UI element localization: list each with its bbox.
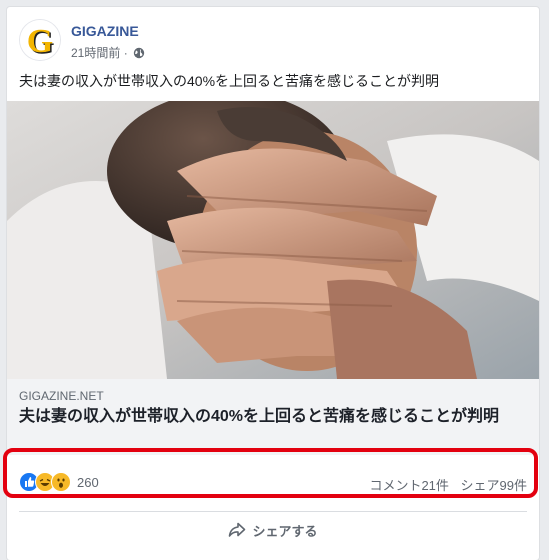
link-title[interactable]: 夫は妻の収入が世帯収入の40%を上回ると苦痛を感じることが判明 [19,406,527,428]
post-timestamp[interactable]: 21時間前 [71,46,120,60]
page-avatar[interactable]: G G [19,19,61,62]
man-covering-face-image [7,101,539,379]
globe-icon [133,47,145,62]
link-preview-image[interactable] [7,101,539,379]
gigazine-logo-icon: G G [20,20,60,62]
post-meta: 21時間前 · [71,44,145,62]
svg-text:G: G [27,23,53,60]
post-header: G G GIGAZINE 21時間前 · [19,17,519,65]
meta-separator: · [123,46,128,60]
share-arrow-icon [229,522,246,537]
highlight-box [3,448,538,498]
share-button[interactable]: シェアする [7,515,539,545]
link-domain: GIGAZINE.NET [19,389,104,403]
action-divider [19,511,527,512]
page-name-link[interactable]: GIGAZINE [71,23,139,39]
share-button-label: シェアする [252,523,318,539]
link-preview-box[interactable]: GIGAZINE.NET 夫は妻の収入が世帯収入の40%を上回ると苦痛を感じるこ… [7,379,539,455]
post-text: 夫は妻の収入が世帯収入の40%を上回ると苦痛を感じることが判明 [19,73,440,89]
